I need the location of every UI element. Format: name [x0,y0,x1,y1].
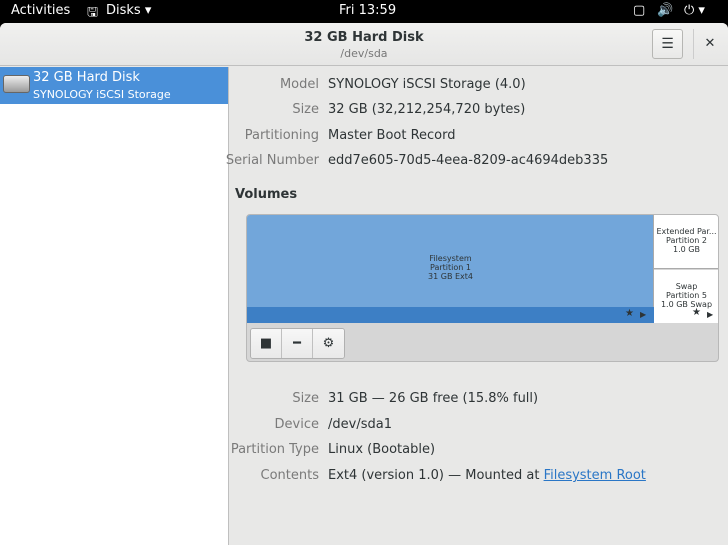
close-button[interactable]: ✕ [700,31,720,57]
power-icon[interactable]: ⏻ ▾ [684,3,705,18]
partition-2[interactable]: Extended Par... Partition 2 1.0 GB [654,215,718,269]
hamburger-icon: ☰ [661,36,674,52]
p5-name: Partition 5 [666,291,707,300]
partition-type-value: Linux (Bootable) [328,442,436,457]
volume-icon[interactable]: 🔊 [657,3,673,18]
volumes-heading: Volumes [235,187,298,202]
window-title: 32 GB Hard Disk [304,30,424,45]
disk-description: SYNOLOGY iSCSI Storage [33,88,171,101]
top-bar: Activities 🖫 Disks ▾ Fri 13:59 ▢ 🔊 ⏻ ▾ [0,0,728,23]
p1-type: Filesystem [429,254,472,263]
disk-details: Model SYNOLOGY iSCSI Storage (4.0) Size … [225,67,728,545]
partitioning-value: Master Boot Record [328,128,456,143]
partition-1[interactable]: Filesystem Partition 1 31 GB Ext4 ★ ▶ [247,215,654,323]
p1-name: Partition 1 [430,263,471,272]
disk-list-item[interactable]: 32 GB Hard Disk SYNOLOGY iSCSI Storage [0,67,228,104]
window-icon[interactable]: ▢ [633,3,645,18]
play-icon: ▶ [707,310,714,319]
filesystem-root-link[interactable]: Filesystem Root [544,468,646,483]
app-menu[interactable]: Disks ▾ [106,3,151,18]
disk-name: 32 GB Hard Disk [33,70,140,85]
p2-type: Extended Par... [656,227,717,236]
hard-disk-icon [3,75,30,93]
star-icon: ★ [625,308,634,319]
p1-size: 31 GB Ext4 [428,272,473,281]
clock[interactable]: Fri 13:59 [339,3,396,18]
volume-map: Filesystem Partition 1 31 GB Ext4 ★ ▶ Exten… [246,214,719,362]
close-icon: ✕ [704,36,716,51]
partition-5[interactable]: Swap Partition 5 1.0 GB Swap ★ ▶ [654,270,718,323]
partitioning-label: Partitioning [244,128,319,143]
activities-button[interactable]: Activities [11,3,70,18]
window-subtitle: /dev/sda [340,47,388,60]
device-label: Device [274,417,319,432]
disks-app-icon: 🖫 [87,5,99,20]
star-icon: ★ [692,307,701,318]
separator [693,29,694,59]
p5-size: 1.0 GB Swap [660,300,713,309]
unmount-button[interactable]: ■ [251,329,282,358]
device-value: /dev/sda1 [328,417,392,432]
menu-button[interactable]: ☰ [652,29,683,59]
size-label: Size [292,102,319,117]
stop-icon: ■ [259,336,273,351]
filesystem-stripe[interactable]: ★ ▶ [247,307,654,323]
play-icon: ▶ [640,310,647,319]
header-bar: 32 GB Hard Disk /dev/sda ☰ ✕ [0,23,728,66]
contents-label: Contents [260,468,319,483]
contents-value: Ext4 (version 1.0) — Mounted at Filesyst… [328,468,646,483]
gears-icon: ⚙ [322,336,335,351]
p5-type: Swap [675,282,698,291]
partition-settings-button[interactable]: ⚙ [313,329,344,358]
disk-list: 32 GB Hard Disk SYNOLOGY iSCSI Storage [0,67,229,545]
contents-text: Ext4 (version 1.0) — Mounted at [328,468,544,483]
vol-size-value: 31 GB — 26 GB free (15.8% full) [328,391,539,406]
disks-window: 32 GB Hard Disk /dev/sda ☰ ✕ 32 GB Hard … [0,23,728,545]
volume-toolbar: ■ ━ ⚙ [250,328,345,359]
size-value: 32 GB (32,212,254,720 bytes) [328,102,526,117]
p2-name: Partition 2 [666,236,707,245]
p2-size: 1.0 GB [673,245,700,254]
serial-label: Serial Number [225,153,319,168]
vol-size-label: Size [292,391,319,406]
minus-icon: ━ [293,336,301,351]
model-label: Model [279,77,319,92]
model-value: SYNOLOGY iSCSI Storage (4.0) [328,77,526,92]
app-menu-label: Disks [106,3,141,18]
delete-partition-button[interactable]: ━ [282,329,313,358]
serial-value: edd7e605-70d5-4eea-8209-ac4694deb335 [328,153,609,168]
partition-type-label: Partition Type [230,442,319,457]
